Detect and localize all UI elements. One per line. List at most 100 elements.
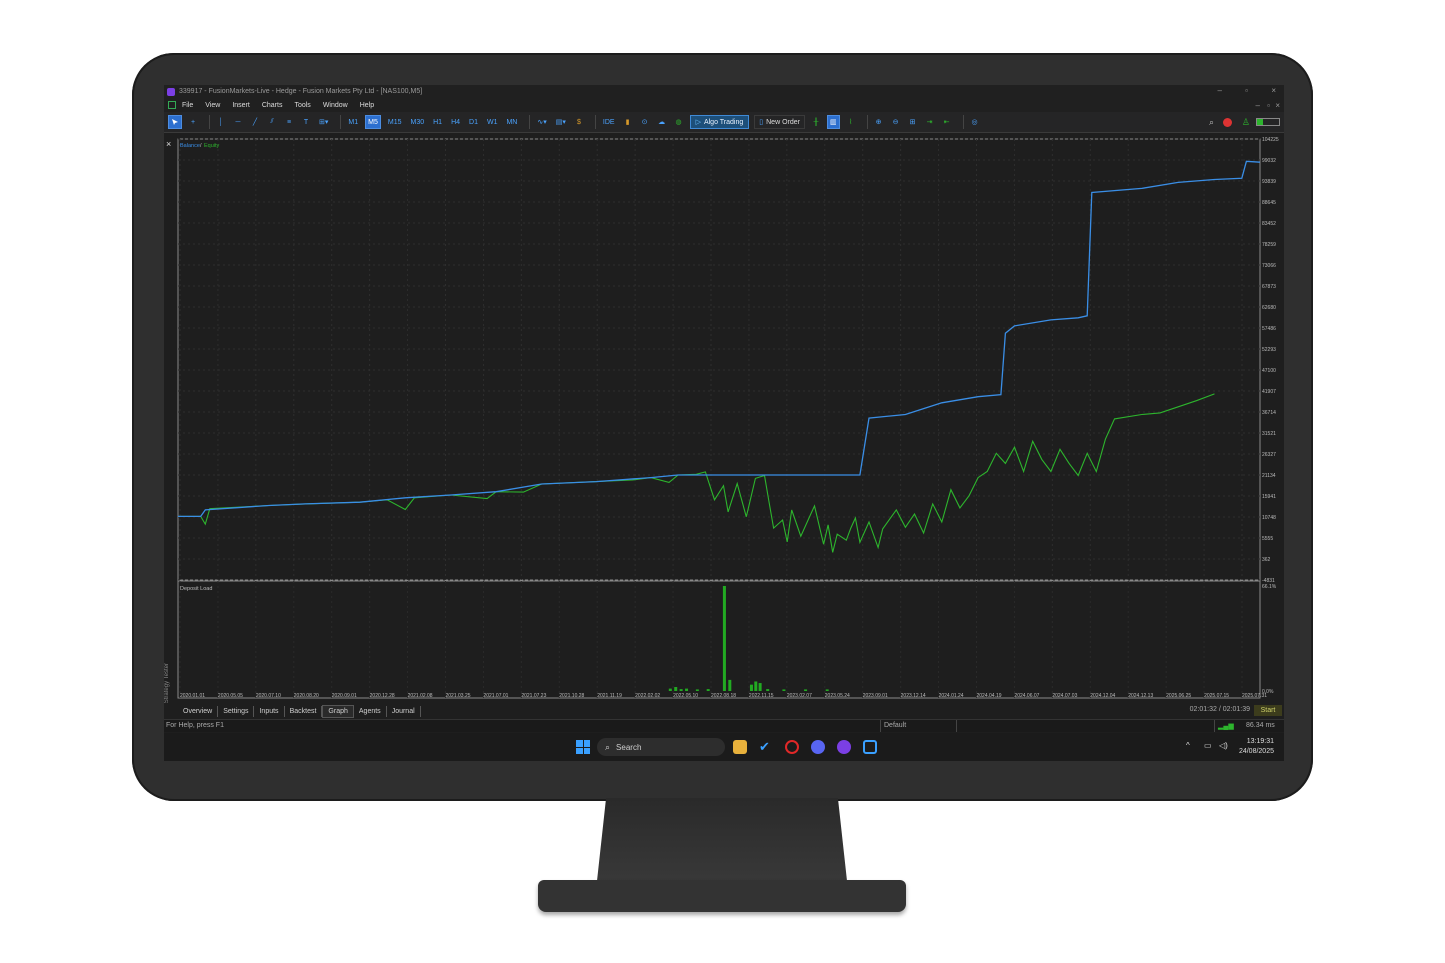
x-tick-label: 2024.04.19	[977, 693, 1002, 699]
taskbar-search-box[interactable]: ⌕ Search	[597, 738, 725, 756]
line-chart-icon[interactable]: ⌇	[845, 115, 857, 129]
zoom-in-icon[interactable]: ⊕	[873, 115, 885, 129]
candlestick-chart-icon[interactable]: ▥	[826, 115, 840, 129]
chevron-up-icon[interactable]: ^	[1186, 741, 1190, 750]
timeframe-m5-button[interactable]: M5	[365, 115, 381, 129]
x-tick-label: 2022.08.18	[711, 693, 736, 699]
vps-icon[interactable]: ⊙	[639, 115, 651, 129]
crosshair-tool-icon[interactable]: +	[187, 115, 199, 129]
maximize-icon[interactable]: ▫	[1245, 86, 1248, 95]
deposit-load-bar	[782, 689, 786, 691]
vertical-line-tool-icon[interactable]: │	[215, 115, 227, 129]
menu-file[interactable]: File	[182, 102, 193, 109]
account-icon[interactable]: ♙	[1242, 117, 1250, 128]
screenshot-icon[interactable]: ◎	[969, 115, 981, 129]
tile-windows-icon[interactable]: ⊞	[907, 115, 919, 129]
search-icon[interactable]: ⌕	[1209, 117, 1214, 128]
menu-insert[interactable]: Insert	[232, 102, 250, 109]
volume-icon[interactable]: ◁)	[1219, 741, 1228, 750]
app-window-icon[interactable]	[863, 740, 877, 754]
timeframe-m15-button[interactable]: M15	[386, 115, 404, 129]
tab-backtest[interactable]: Backtest	[285, 706, 323, 717]
algo-trading-button[interactable]: ▷ Algo Trading	[689, 115, 750, 129]
y-tick-label: 26327	[1262, 452, 1276, 458]
horizontal-line-tool-icon[interactable]: ─	[232, 115, 244, 129]
tab-graph[interactable]: Graph	[322, 705, 354, 718]
minimize-icon[interactable]: –	[1218, 86, 1222, 95]
tab-agents[interactable]: Agents	[354, 706, 387, 717]
fibonacci-tool-icon[interactable]: ≡	[283, 115, 295, 129]
indicators-icon[interactable]: ▤▾	[554, 115, 568, 129]
doc-restore-icon[interactable]: ▫	[1267, 101, 1270, 110]
x-tick-label: 2021.02.08	[408, 693, 433, 699]
doc-minimize-icon[interactable]: –	[1256, 101, 1260, 110]
cloud-icon[interactable]: ☁	[656, 115, 668, 129]
y-tick-label: 31521	[1262, 431, 1276, 437]
menu-help[interactable]: Help	[360, 102, 374, 109]
opera-browser-icon[interactable]	[785, 740, 799, 754]
doc-close-icon[interactable]: ×	[1275, 101, 1280, 110]
x-tick-label: 2024.12.13	[1128, 693, 1153, 699]
timeframe-m30-button[interactable]: M30	[408, 115, 426, 129]
zoom-out-icon[interactable]: ⊖	[890, 115, 902, 129]
deposit-load-bar	[766, 689, 770, 691]
globe-icon[interactable]: ◍	[673, 115, 685, 129]
ide-button[interactable]: IDE	[601, 115, 617, 129]
menu-charts[interactable]: Charts	[262, 102, 283, 109]
x-tick-label: 2022.02.02	[635, 693, 660, 699]
discord-icon[interactable]	[811, 740, 825, 754]
timeframe-m1-button[interactable]: M1	[346, 115, 360, 129]
timeframe-h4-button[interactable]: H4	[449, 115, 462, 129]
autoscroll-icon[interactable]: ⇥	[924, 115, 936, 129]
clock-time: 13:19:31	[1246, 738, 1274, 745]
metatrader-taskbar-icon[interactable]	[837, 740, 851, 754]
system-clock[interactable]: 13:19:31 24/08/2025	[1239, 737, 1274, 757]
deposit-load-bar	[679, 689, 683, 691]
legend-balance: Balance	[180, 143, 200, 149]
tab-journal[interactable]: Journal	[387, 706, 421, 717]
tab-overview[interactable]: Overview	[178, 706, 219, 717]
signals-icon[interactable]: $	[573, 115, 585, 129]
market-bag-icon[interactable]: ▮	[622, 115, 634, 129]
chart-shift-icon[interactable]: ⇤	[941, 115, 953, 129]
tab-settings[interactable]: Settings	[218, 706, 255, 717]
timeframe-d1-button[interactable]: D1	[467, 115, 480, 129]
chart-type-icon[interactable]: ∿▾	[535, 115, 548, 129]
legend-separator: /	[200, 143, 202, 149]
file-explorer-icon[interactable]	[733, 740, 747, 754]
x-tick-label: 2020.05.05	[218, 693, 243, 699]
metatrader-logo-icon	[167, 87, 175, 96]
toolbar-separator	[594, 115, 596, 129]
bar-chart-icon[interactable]: ╫	[810, 115, 822, 129]
x-tick-label: 2024.07.03	[1052, 693, 1077, 699]
menu-window[interactable]: Window	[323, 102, 348, 109]
help-hint: For Help, press F1	[166, 722, 224, 729]
deposit-load-bar	[825, 689, 829, 691]
new-order-button[interactable]: ▯ New Order	[754, 115, 805, 129]
deposit-load-bar	[685, 688, 689, 691]
toolbar-separator	[529, 115, 531, 129]
timeframe-mn-button[interactable]: MN	[504, 115, 519, 129]
network-icon[interactable]: ▭	[1204, 741, 1212, 750]
timeframe-h1-button[interactable]: H1	[431, 115, 444, 129]
clock-date: 24/08/2025	[1238, 748, 1274, 755]
menu-tools[interactable]: Tools	[294, 102, 310, 109]
windows-start-icon[interactable]	[576, 740, 590, 754]
deposit-load-bar	[758, 683, 762, 691]
y-tick-label: 88645	[1262, 200, 1276, 206]
cursor-tool-icon[interactable]	[168, 115, 182, 129]
x-tick-label: 2021.07.23	[521, 693, 546, 699]
text-tool-icon[interactable]: T	[300, 115, 312, 129]
shapes-menu-icon[interactable]: ⊞▾	[317, 115, 330, 129]
screen: 339917 - FusionMarkets-Live - Hedge - Fu…	[164, 85, 1284, 761]
todo-check-icon[interactable]: ✔	[759, 740, 773, 754]
monitor-stand-neck	[596, 798, 848, 890]
menu-view[interactable]: View	[205, 102, 220, 109]
trendline-tool-icon[interactable]: ╱	[249, 115, 261, 129]
timeframe-w1-button[interactable]: W1	[485, 115, 500, 129]
start-button[interactable]: Start	[1254, 705, 1282, 716]
notification-icon[interactable]	[1223, 117, 1232, 127]
channel-tool-icon[interactable]: ⫽	[266, 115, 278, 129]
close-window-icon[interactable]: ×	[1271, 86, 1276, 95]
tab-inputs[interactable]: Inputs	[254, 706, 285, 717]
